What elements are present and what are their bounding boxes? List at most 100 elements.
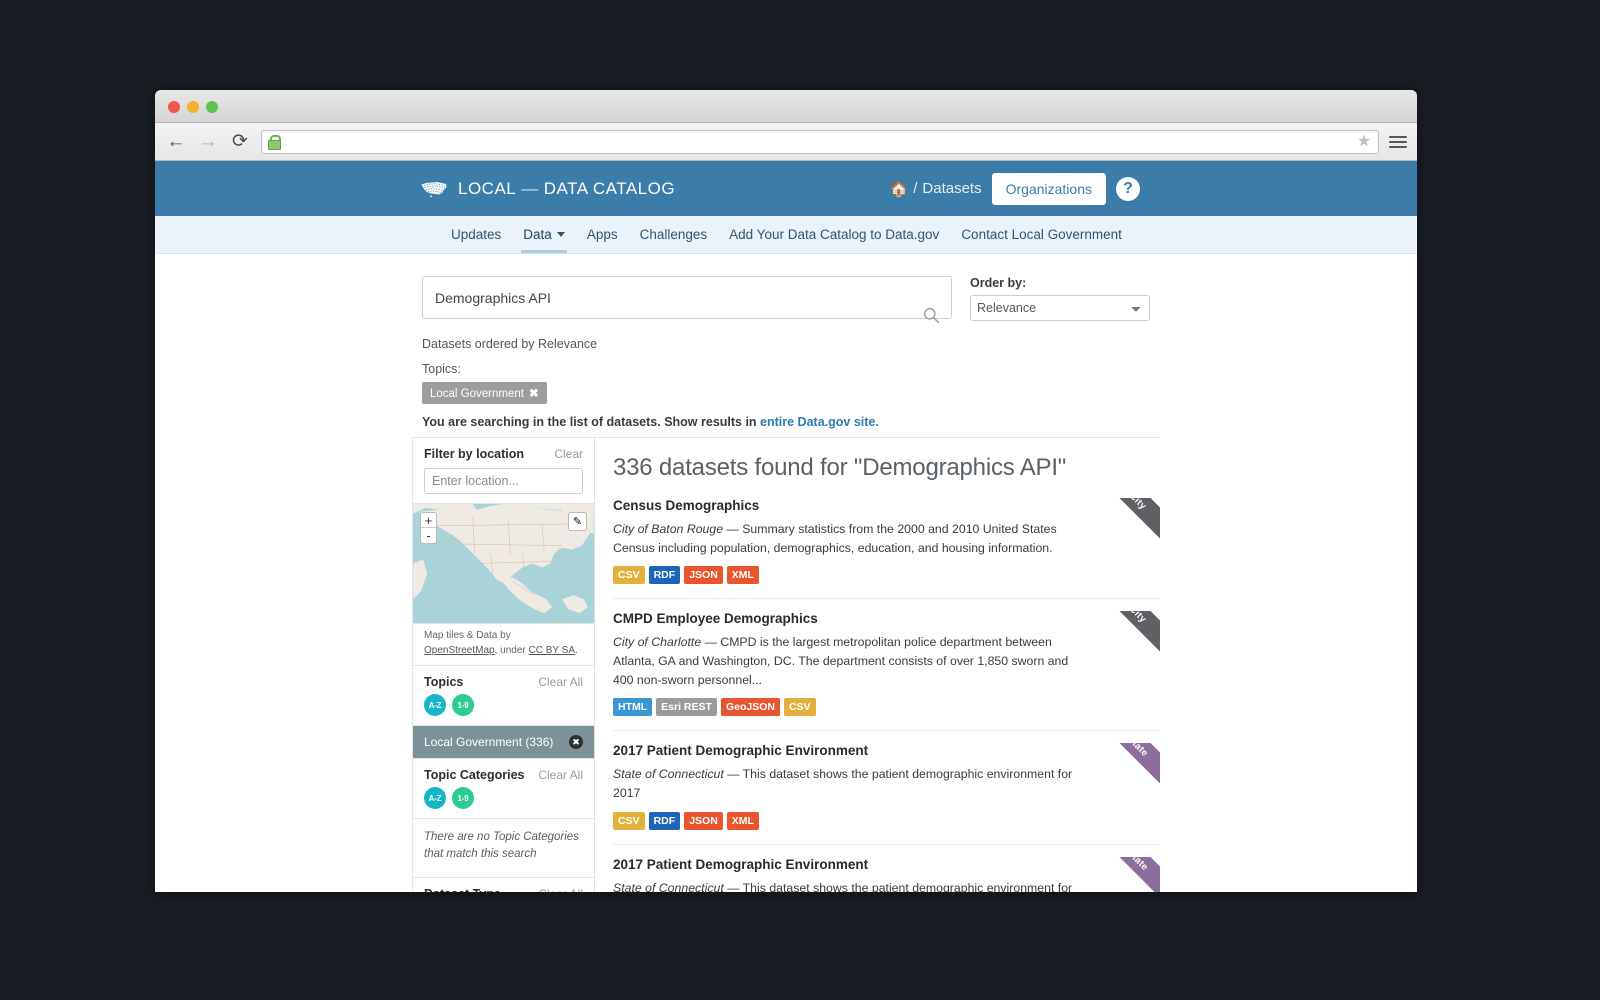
result-format-badges: HTML Esri REST GeoJSON CSV [613, 698, 1160, 717]
facet-clear-all-button[interactable]: Clear All [538, 768, 583, 782]
order-by-label: Order by: [970, 276, 1027, 290]
format-badge[interactable]: CSV [783, 698, 816, 717]
main-grid: Filter by location Clear Enter location.… [412, 438, 1160, 892]
minimize-window-button[interactable] [187, 101, 199, 113]
facet-item-local-government[interactable]: Local Government (336) ✖ [413, 726, 594, 759]
format-badge[interactable]: RDF [648, 566, 681, 585]
nav-label: Challenges [639, 227, 708, 242]
filters-sidebar: Filter by location Clear Enter location.… [412, 438, 595, 892]
window-controls[interactable] [168, 101, 218, 113]
facet-sort-count-button[interactable]: 1-9 [452, 787, 474, 809]
result-dash: — [701, 635, 721, 650]
address-bar[interactable]: ★ [261, 129, 1379, 154]
hamburger-menu-icon[interactable] [1389, 135, 1407, 148]
active-topic-label: Local Government [430, 388, 524, 400]
close-window-button[interactable] [168, 101, 180, 113]
help-icon[interactable]: ? [1116, 176, 1140, 201]
ordered-by-text: Datasets ordered by Relevance [422, 337, 598, 351]
map-attribution: Map tiles & Data by OpenStreetMap, under… [413, 624, 594, 666]
maximize-window-button[interactable] [206, 101, 218, 113]
result-description: State of Connecticut — This dataset show… [613, 879, 1083, 892]
reload-icon[interactable]: ⟳ [229, 131, 251, 153]
ssl-lock-icon [268, 135, 281, 150]
map-tiles [413, 504, 594, 623]
result-format-badges: CSV RDF JSON XML [613, 566, 1160, 585]
home-icon[interactable]: 🏠 [890, 180, 909, 198]
format-badge[interactable]: CSV [613, 566, 645, 585]
page-content: Order by: Relevance Datasets ordered by … [155, 254, 1417, 892]
site-header: LOCAL — DATA CATALOG 🏠 / Datasets Organiza… [155, 161, 1417, 216]
format-badge[interactable]: HTML [613, 698, 653, 717]
nav-item-updates[interactable]: Updates [440, 216, 512, 253]
map-zoom-controls[interactable]: + - [420, 512, 437, 544]
result-item: State 2017 Patient Demographic Environme… [613, 743, 1160, 845]
nav-label: Add Your Data Catalog to Data.gov [729, 227, 940, 242]
remove-x-icon[interactable]: ✖ [529, 388, 539, 400]
active-topic-pill[interactable]: Local Government ✖ [422, 382, 547, 404]
remove-facet-icon[interactable]: ✖ [569, 735, 583, 749]
format-badge[interactable]: XML [726, 566, 759, 585]
location-clear-button[interactable]: Clear [554, 447, 583, 461]
nav-label: Updates [451, 227, 502, 242]
openstreetmap-link[interactable]: OpenStreetMap [424, 645, 495, 656]
breadcrumb-datasets-link[interactable]: Datasets [922, 180, 981, 197]
header-actions: 🏠 / Datasets Organizations ? [890, 172, 1140, 205]
search-input[interactable] [422, 276, 952, 319]
format-badge[interactable]: CSV [613, 811, 645, 830]
search-scope-text: You are searching in the list of dataset… [422, 415, 761, 429]
result-format-badges: CSV RDF JSON XML [613, 811, 1160, 830]
format-badge[interactable]: JSON [684, 566, 723, 585]
result-title[interactable]: 2017 Patient Demographic Environment [613, 857, 1160, 872]
map-attribution-mid: , under [494, 644, 529, 656]
filter-by-location-panel: Filter by location Clear [413, 438, 594, 504]
facet-title: Dataset Type [424, 887, 501, 893]
cc-by-sa-link[interactable]: CC BY SA [529, 645, 576, 656]
order-by-select[interactable]: Relevance [970, 295, 1150, 321]
result-dash: — [723, 880, 743, 892]
format-badge[interactable]: Esri REST [656, 698, 717, 717]
brand[interactable]: LOCAL — DATA CATALOG [420, 179, 675, 199]
nav-item-apps[interactable]: Apps [576, 216, 629, 253]
result-item: City Census Demographics City of Baton R… [613, 498, 1160, 600]
nav-item-challenges[interactable]: Challenges [629, 216, 719, 253]
result-title[interactable]: 2017 Patient Demographic Environment [613, 743, 1160, 758]
result-description: City of Baton Rouge — Summary statistics… [613, 520, 1083, 557]
facet-sort-alpha-button[interactable]: A-Z [424, 694, 446, 716]
bookmark-star-icon[interactable]: ★ [1356, 133, 1372, 150]
facet-sort-alpha-button[interactable]: A-Z [424, 787, 446, 809]
facet-topics: Topics Clear All A-Z 1-9 [413, 666, 594, 726]
back-arrow-icon[interactable]: ← [165, 131, 187, 153]
map-zoom-in-button[interactable]: + [421, 513, 436, 528]
pencil-draw-icon[interactable]: ✎ [568, 512, 587, 531]
map-zoom-out-button[interactable]: - [421, 528, 436, 543]
order-by-group: Order by: Relevance [970, 276, 1150, 321]
location-filter-title: Filter by location [424, 447, 525, 461]
magnifier-icon[interactable] [923, 307, 940, 324]
map-attribution-suffix: . [575, 644, 578, 656]
facet-dataset-type: Dataset Type Clear All A-Z 1-9 [413, 877, 594, 893]
location-input[interactable] [425, 469, 582, 493]
format-badge[interactable]: GeoJSON [720, 698, 780, 717]
result-title[interactable]: Census Demographics [613, 498, 1160, 513]
location-map[interactable]: + - ✎ [413, 504, 594, 624]
facet-sort-count-button[interactable]: 1-9 [452, 694, 474, 716]
nav-item-contact[interactable]: Contact Local Government [950, 216, 1133, 253]
format-badge[interactable]: JSON [684, 811, 723, 830]
facet-clear-all-button[interactable]: Clear All [538, 887, 583, 893]
forward-arrow-icon[interactable]: → [197, 131, 219, 153]
results-heading: 336 datasets found for "Demographics API… [613, 454, 1067, 481]
format-badge[interactable]: RDF [648, 811, 681, 830]
brand-primary: LOCAL [458, 178, 517, 198]
search-block: Order by: Relevance Datasets ordered by … [412, 254, 1160, 438]
facet-clear-all-button[interactable]: Clear All [538, 675, 583, 689]
result-title[interactable]: CMPD Employee Demographics [613, 611, 1160, 626]
nav-item-data[interactable]: Data [512, 216, 576, 253]
nav-item-add-catalog[interactable]: Add Your Data Catalog to Data.gov [718, 216, 950, 253]
results-list: 336 datasets found for "Demographics API… [595, 438, 1160, 892]
result-org: State of Connecticut [613, 767, 724, 782]
brand-title: LOCAL — DATA CATALOG [458, 179, 675, 199]
organizations-button[interactable]: Organizations [991, 172, 1106, 205]
entire-datagov-link[interactable]: entire Data.gov site. [760, 415, 879, 429]
brand-separator: — [521, 178, 539, 198]
format-badge[interactable]: XML [726, 811, 759, 830]
